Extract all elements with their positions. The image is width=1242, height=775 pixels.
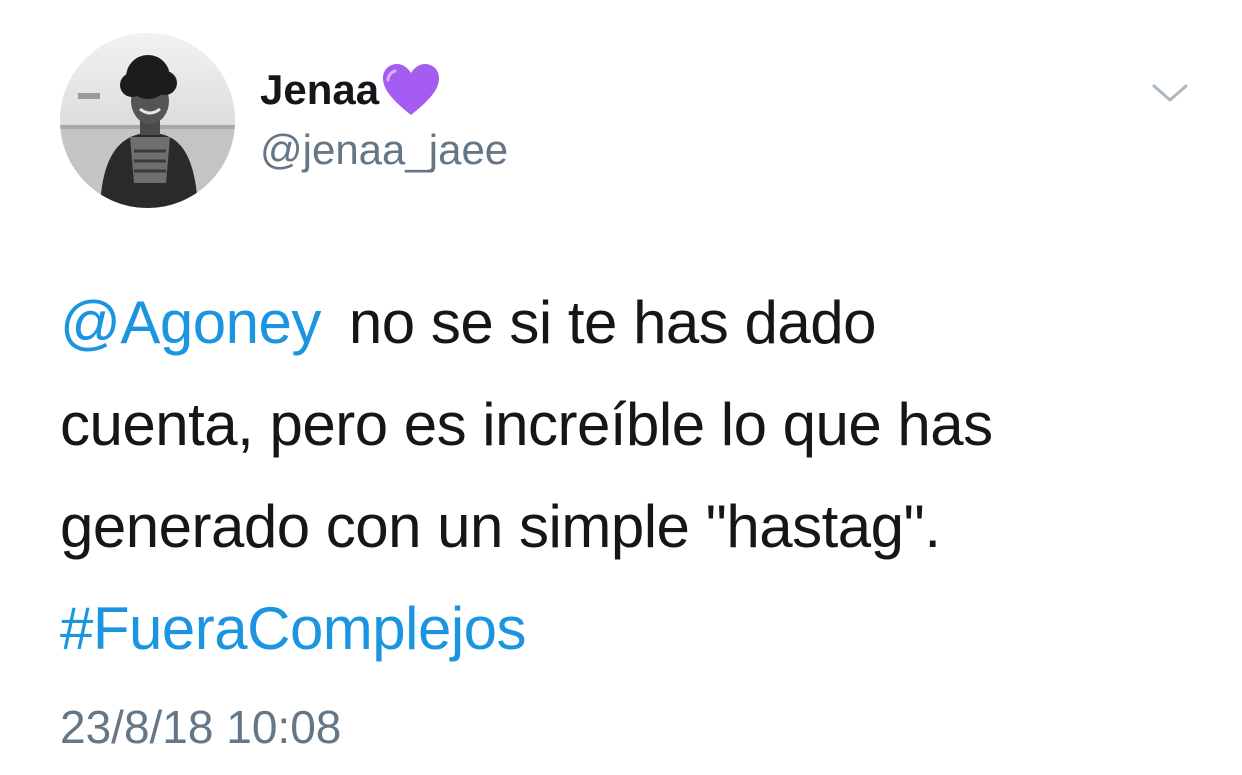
tweet-line-1: @Agoney no se si te has dado [60,272,1190,374]
display-name-text: Jenaa [260,66,380,113]
tweet-card: Jenaa @jenaa_jaee @Agoney no se si te has… [0,0,1242,775]
tweet-line-3: generado con un simple "hastag". [60,493,941,560]
mention-link[interactable]: @Agoney [60,289,321,356]
avatar-photo [60,33,235,208]
tweet-line-4: #FueraComplejos [60,578,1190,680]
purple-heart-icon [381,63,441,117]
author-display-name[interactable]: Jenaa [260,62,441,118]
tweet-timestamp[interactable]: 23/8/18 10:08 [60,697,341,757]
tweet-text-line1: no se si te has dado [348,289,877,356]
chevron-down-icon[interactable] [1150,78,1190,108]
tweet-line-2: cuenta, pero es increíble lo que has [60,391,993,458]
avatar[interactable] [60,33,235,208]
author-handle[interactable]: @jenaa_jaee [260,122,508,178]
tweet-text: @Agoney no se si te has dado cuenta, pero… [60,272,1190,680]
hashtag-link[interactable]: #FueraComplejos [60,595,527,662]
